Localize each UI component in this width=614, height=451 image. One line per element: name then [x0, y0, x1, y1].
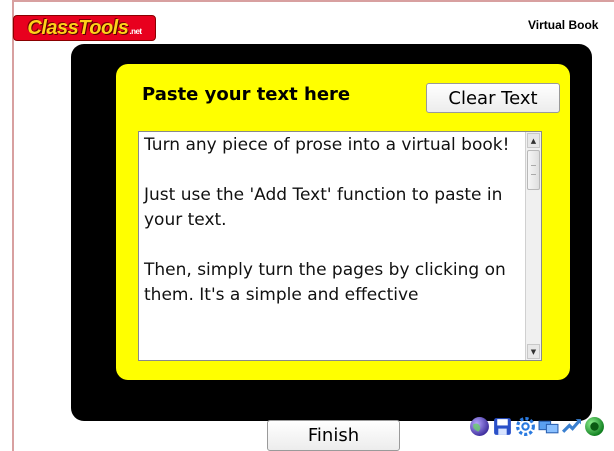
- app-title: Virtual Book: [528, 18, 599, 32]
- text-paragraph-3: Then, simply turn the pages by clicking …: [144, 260, 506, 305]
- logo-suffix: .net: [129, 26, 142, 36]
- page-border-left: [12, 0, 14, 451]
- clear-text-button[interactable]: Clear Text: [426, 83, 560, 113]
- scroll-down-icon[interactable]: ▼: [527, 344, 540, 359]
- save-icon[interactable]: [492, 416, 513, 437]
- share-icon[interactable]: [561, 416, 582, 437]
- logo-text: ClassTools: [27, 16, 129, 39]
- vertical-scrollbar[interactable]: ▲ ▼: [525, 132, 541, 360]
- finish-button[interactable]: Finish: [267, 420, 400, 451]
- text-paragraph-1: Turn any piece of prose into a virtual b…: [144, 135, 510, 155]
- screen-icon[interactable]: [538, 416, 559, 437]
- scroll-thumb[interactable]: [527, 150, 540, 190]
- page-border-top: [12, 0, 614, 2]
- text-content[interactable]: Turn any piece of prose into a virtual b…: [144, 133, 524, 333]
- help-icon[interactable]: [584, 416, 605, 437]
- settings-icon[interactable]: [515, 416, 536, 437]
- classtools-logo[interactable]: ClassTools .net: [13, 15, 156, 41]
- scroll-up-icon[interactable]: ▲: [527, 133, 540, 148]
- panel-title: Paste your text here: [142, 84, 351, 105]
- text-paragraph-2: Just use the 'Add Text' function to past…: [144, 185, 503, 230]
- text-input-area[interactable]: Turn any piece of prose into a virtual b…: [138, 131, 542, 361]
- globe-icon[interactable]: [469, 416, 490, 437]
- footer-toolbar: [469, 413, 605, 439]
